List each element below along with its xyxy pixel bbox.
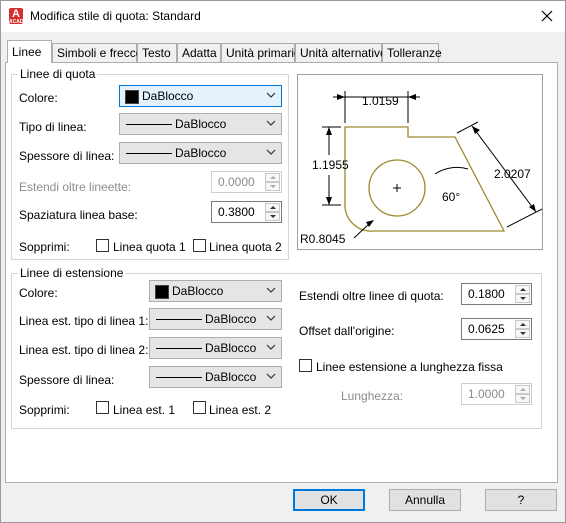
tab-tolleranze[interactable]: Tolleranze (382, 43, 442, 62)
tab-simboli-e-frecce[interactable]: Simboli e frecce (52, 43, 142, 62)
dim-lineweight-select[interactable]: DaBlocco (119, 142, 282, 164)
spin-up-icon[interactable] (515, 320, 530, 329)
dim-lineweight-value: DaBlocco (175, 146, 227, 160)
ext-linetype2-label: Linea est. tipo di linea 2: (19, 343, 149, 357)
lineweight-sample (126, 153, 172, 154)
ext-offset-value: 0.0625 (468, 322, 505, 336)
help-button[interactable]: ? (485, 489, 557, 511)
fixed-length-checkbox[interactable] (299, 359, 312, 372)
dim-text-left: 1.1955 (312, 158, 349, 172)
ext-suppress-1-label[interactable]: Linea est. 1 (113, 403, 175, 417)
chevron-down-icon (266, 120, 276, 126)
dim-baseline-value: 0.3800 (218, 205, 255, 219)
dim-color-label: Colore: (19, 91, 58, 105)
dim-linetype-label: Tipo di linea: (19, 120, 87, 134)
linetype-sample (156, 348, 202, 349)
tab-linee[interactable]: Linee (7, 40, 52, 63)
linetype-sample (156, 319, 202, 320)
dim-extend-value: 0.0000 (218, 175, 255, 189)
tab-adatta[interactable]: Adatta (177, 43, 221, 62)
color-swatch (125, 90, 139, 104)
ext-lineweight-value: DaBlocco (205, 370, 257, 384)
tab-unita-alternative[interactable]: Unità alternative (295, 43, 387, 62)
dim-text-right: 2.0207 (494, 167, 531, 181)
ext-extend-label: Estendi oltre linee di quota: (299, 289, 444, 303)
dim-linetype-select[interactable]: DaBlocco (119, 113, 282, 135)
ext-color-label: Colore: (19, 286, 58, 300)
ext-extend-spinner[interactable]: 0.1800 (461, 283, 532, 305)
spin-up-icon[interactable] (265, 203, 280, 212)
ext-suppress-2-label[interactable]: Linea est. 2 (209, 403, 271, 417)
dim-lineweight-label: Spessore di linea: (19, 149, 115, 163)
dim-extend-spinner[interactable]: 0.0000 (211, 171, 282, 193)
dim-suppress-2-checkbox[interactable] (193, 239, 206, 252)
chevron-down-icon (266, 149, 276, 155)
group-title-dimension-lines: Linee di quota (18, 67, 98, 81)
tab-testo[interactable]: Testo (137, 43, 177, 62)
dimension-preview: 1.0159 1.1955 2.0207 60° R0.8045 (297, 74, 545, 250)
tab-unita-primarie[interactable]: Unità primarie (221, 43, 301, 62)
autocad-app-icon: A ACAD (9, 8, 24, 25)
dim-linetype-value: DaBlocco (175, 117, 227, 131)
ext-extend-value: 0.1800 (468, 287, 505, 301)
dim-text-radius: R0.8045 (300, 232, 346, 246)
cancel-button[interactable]: Annulla (389, 489, 461, 511)
ok-button[interactable]: OK (293, 489, 365, 511)
preview-drawing: 1.0159 1.1955 2.0207 60° R0.8045 (300, 91, 545, 246)
ext-suppress-2-checkbox[interactable] (193, 401, 206, 414)
length-value: 1.0000 (468, 387, 505, 401)
ext-suppress-label: Sopprimi: (19, 403, 70, 417)
ext-linetype2-select[interactable]: DaBlocco (149, 337, 282, 359)
spin-down-icon[interactable] (265, 182, 280, 191)
ext-offset-spinner[interactable]: 0.0625 (461, 318, 532, 340)
ext-color-select[interactable]: DaBlocco (149, 280, 282, 302)
dim-color-value: DaBlocco (142, 89, 194, 103)
color-swatch (155, 285, 169, 299)
ext-lineweight-select[interactable]: DaBlocco (149, 366, 282, 388)
dim-suppress-1-label[interactable]: Linea quota 1 (113, 240, 186, 254)
ext-linetype1-select[interactable]: DaBlocco (149, 308, 282, 330)
chevron-down-icon (266, 373, 276, 379)
chevron-down-icon (266, 315, 276, 321)
fixed-length-label[interactable]: Linee estensione a lunghezza fissa (316, 360, 503, 374)
linetype-sample (126, 124, 172, 125)
dim-baseline-spinner[interactable]: 0.3800 (211, 201, 282, 223)
close-icon[interactable] (535, 5, 559, 27)
window-title: Modifica stile di quota: Standard (30, 9, 201, 23)
spin-up-icon[interactable] (515, 385, 530, 394)
ext-linetype1-value: DaBlocco (205, 312, 257, 326)
ext-linetype1-label: Linea est. tipo di linea 1: (19, 314, 149, 328)
spin-up-icon[interactable] (265, 173, 280, 182)
spin-down-icon[interactable] (515, 394, 530, 403)
dim-suppress-1-checkbox[interactable] (96, 239, 109, 252)
spin-down-icon[interactable] (515, 294, 530, 303)
lineweight-sample (156, 377, 202, 378)
chevron-down-icon (266, 344, 276, 350)
dim-suppress-2-label[interactable]: Linea quota 2 (209, 240, 282, 254)
dim-text-top: 1.0159 (362, 94, 399, 108)
ext-suppress-1-checkbox[interactable] (96, 401, 109, 414)
dim-text-angle: 60° (442, 190, 460, 204)
dim-extend-label: Estendi oltre lineette: (19, 180, 132, 194)
group-title-extension-lines: Linee di estensione (18, 266, 126, 280)
length-label: Lunghezza: (341, 389, 404, 403)
spin-down-icon[interactable] (515, 329, 530, 338)
ext-lineweight-label: Spessore di linea: (19, 373, 115, 387)
chevron-down-icon (266, 287, 276, 293)
dim-color-select[interactable]: DaBlocco (119, 85, 282, 107)
ext-color-value: DaBlocco (172, 284, 224, 298)
spin-up-icon[interactable] (515, 285, 530, 294)
length-spinner[interactable]: 1.0000 (461, 383, 532, 405)
ext-offset-label: Offset dall'origine: (299, 324, 395, 338)
ext-linetype2-value: DaBlocco (205, 341, 257, 355)
dim-baseline-label: Spaziatura linea base: (19, 208, 138, 222)
dim-suppress-label: Sopprimi: (19, 240, 70, 254)
chevron-down-icon (266, 92, 276, 98)
spin-down-icon[interactable] (265, 212, 280, 221)
